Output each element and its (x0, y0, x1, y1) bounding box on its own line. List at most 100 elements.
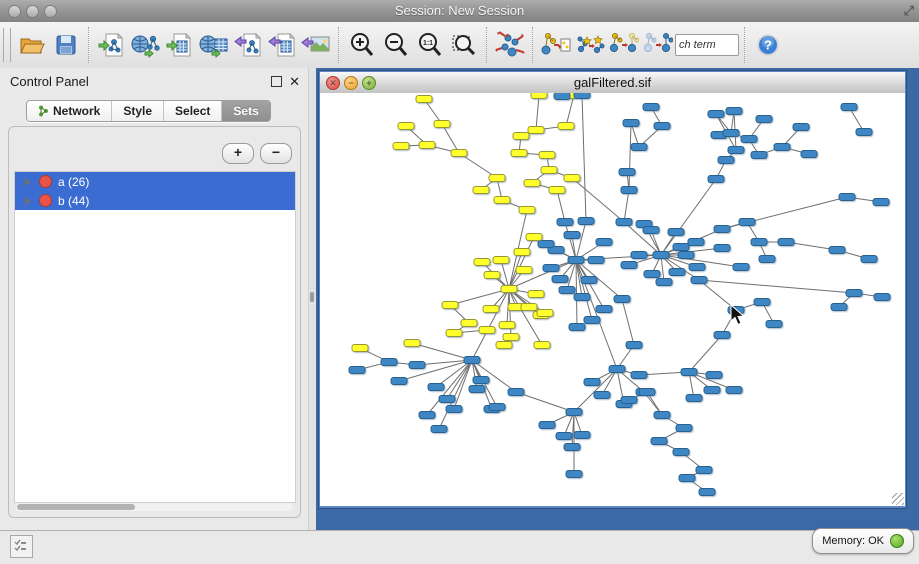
network-node-selected[interactable] (558, 123, 574, 130)
network-node[interactable] (874, 294, 890, 301)
network-node-selected[interactable] (489, 175, 505, 182)
save-session-button[interactable] (49, 27, 83, 63)
network-node[interactable] (654, 412, 670, 419)
network-node[interactable] (446, 406, 462, 413)
network-node[interactable] (621, 187, 637, 194)
float-panel-icon[interactable] (271, 76, 282, 87)
network-node[interactable] (656, 279, 672, 286)
network-node[interactable] (552, 276, 568, 283)
network-node-selected[interactable] (494, 197, 510, 204)
network-node-selected[interactable] (393, 143, 409, 150)
tab-sets[interactable]: Sets (221, 101, 269, 121)
network-node[interactable] (873, 199, 889, 206)
network-node[interactable] (419, 412, 435, 419)
network-window-titlebar[interactable]: ✕ − + galFiltered.sif (320, 72, 905, 94)
network-node-selected[interactable] (446, 330, 462, 337)
network-node[interactable] (831, 304, 847, 311)
network-node[interactable] (556, 433, 572, 440)
task-history-button[interactable] (10, 535, 33, 558)
network-node[interactable] (718, 157, 734, 164)
network-node-selected[interactable] (352, 345, 368, 352)
network-node[interactable] (708, 111, 724, 118)
network-node[interactable] (726, 387, 742, 394)
network-node[interactable] (489, 404, 505, 411)
network-node-selected[interactable] (474, 259, 490, 266)
remove-set-button[interactable]: − (260, 143, 292, 164)
network-node-selected[interactable] (514, 249, 530, 256)
network-node[interactable] (566, 409, 582, 416)
fullscreen-icon[interactable]: ⤢ (904, 3, 914, 19)
network-node-selected[interactable] (511, 150, 527, 157)
network-node[interactable] (714, 245, 730, 252)
network-node[interactable] (574, 93, 590, 99)
network-window[interactable]: ✕ − + galFiltered.sif (318, 70, 907, 509)
network-node-selected[interactable] (503, 334, 519, 341)
network-canvas[interactable] (320, 93, 905, 506)
network-node-selected[interactable] (484, 272, 500, 279)
network-node[interactable] (619, 169, 635, 176)
expand-arrow-icon[interactable] (25, 178, 31, 186)
network-node[interactable] (616, 219, 632, 226)
new-network-from-all-button[interactable] (641, 27, 675, 63)
zoom-in-button[interactable] (345, 27, 379, 63)
zoom-actual-size-button[interactable]: 1:1 (413, 27, 447, 63)
network-node[interactable] (464, 357, 480, 364)
network-node[interactable] (391, 378, 407, 385)
network-node[interactable] (673, 244, 689, 251)
network-node[interactable] (778, 239, 794, 246)
export-image-button[interactable] (299, 27, 333, 63)
network-node-selected[interactable] (521, 304, 537, 311)
network-node-selected[interactable] (541, 167, 557, 174)
network-node[interactable] (741, 136, 757, 143)
network-node-selected[interactable] (451, 150, 467, 157)
network-node[interactable] (621, 262, 637, 269)
network-node[interactable] (669, 269, 685, 276)
network-node-selected[interactable] (524, 180, 540, 187)
new-network-selected-nodes-edges-button[interactable] (573, 27, 607, 63)
network-node[interactable] (676, 425, 692, 432)
toolbar-drag-handle[interactable] (3, 28, 11, 62)
horizontal-scrollbar[interactable] (15, 503, 293, 511)
network-node[interactable] (653, 252, 669, 259)
network-node[interactable] (801, 151, 817, 158)
network-node[interactable] (559, 287, 575, 294)
network-node[interactable] (654, 123, 670, 130)
network-node-selected[interactable] (501, 286, 517, 293)
tab-style[interactable]: Style (111, 101, 163, 121)
network-node[interactable] (723, 130, 739, 137)
network-node[interactable] (751, 239, 767, 246)
network-node[interactable] (739, 219, 755, 226)
network-node[interactable] (708, 176, 724, 183)
network-node[interactable] (714, 226, 730, 233)
network-node[interactable] (728, 147, 744, 154)
network-node[interactable] (631, 144, 647, 151)
network-node-selected[interactable] (479, 327, 495, 334)
network-node[interactable] (584, 379, 600, 386)
network-node-selected[interactable] (493, 257, 509, 264)
network-node-selected[interactable] (534, 342, 550, 349)
network-node[interactable] (668, 229, 684, 236)
new-network-from-selection-file-button[interactable] (539, 27, 573, 63)
network-node-selected[interactable] (564, 175, 580, 182)
network-node[interactable] (751, 152, 767, 159)
network-node[interactable] (564, 232, 580, 239)
add-set-button[interactable]: + (222, 143, 254, 164)
network-node[interactable] (691, 277, 707, 284)
network-node[interactable] (706, 372, 722, 379)
network-node[interactable] (681, 369, 697, 376)
network-node[interactable] (686, 395, 702, 402)
network-node[interactable] (594, 392, 610, 399)
network-node[interactable] (569, 324, 585, 331)
network-node-selected[interactable] (526, 234, 542, 241)
network-graph[interactable] (320, 93, 905, 506)
network-node-selected[interactable] (513, 133, 529, 140)
network-node[interactable] (574, 294, 590, 301)
network-node-selected[interactable] (496, 342, 512, 349)
import-table-file-button[interactable] (163, 27, 197, 63)
network-node[interactable] (696, 467, 712, 474)
network-node[interactable] (614, 296, 630, 303)
network-node-selected[interactable] (419, 142, 435, 149)
network-node[interactable] (639, 389, 655, 396)
network-node[interactable] (714, 332, 730, 339)
network-node-selected[interactable] (434, 121, 450, 128)
